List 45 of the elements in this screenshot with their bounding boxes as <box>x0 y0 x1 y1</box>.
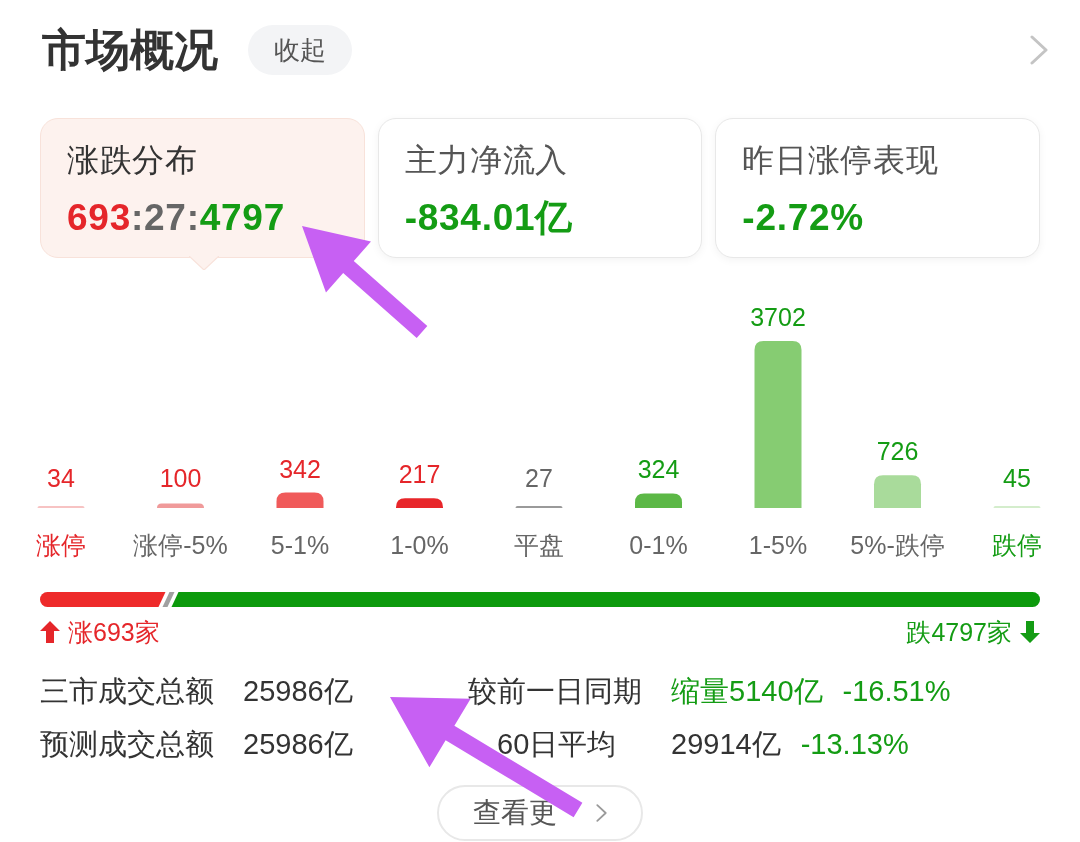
category-label: 5-1% <box>270 531 330 559</box>
category-label: 1-0% <box>390 531 449 559</box>
chevron-right-icon[interactable] <box>1030 35 1048 65</box>
rise-count: 涨693家 <box>68 619 160 645</box>
value-label: 324 <box>637 455 680 484</box>
card-pointer-icon <box>189 256 219 270</box>
metric-tab[interactable]: 主力净流入 -834.01亿 <box>377 118 703 258</box>
collapse-button[interactable]: 收起 <box>248 25 352 75</box>
value-label: 100 <box>159 464 202 492</box>
metric-tab[interactable]: 昨日涨停表现 -2.72% <box>715 118 1040 258</box>
category-label: 0-1% <box>629 531 688 559</box>
category-label: 平盘 <box>514 531 564 559</box>
value-label: 342 <box>279 454 321 483</box>
tab-value: -834.01亿 <box>404 197 575 239</box>
tab-value: 693:27:4797 <box>67 197 286 239</box>
category-label: 跌停 <box>992 531 1042 559</box>
stat-change: -13.13% <box>800 730 909 759</box>
value-label: 217 <box>398 460 441 489</box>
arrow-up-icon <box>40 621 60 643</box>
stat-value: 缩量5140亿 <box>671 677 823 706</box>
stat-change: -16.51% <box>842 677 951 706</box>
tab-value: -2.72% <box>742 197 865 239</box>
fall-count: 跌4797家 <box>906 619 1012 645</box>
value-label: 27 <box>525 464 553 492</box>
value-label: 726 <box>876 437 919 466</box>
stat-label: 预测成交总额 <box>40 730 214 759</box>
category-label: 涨停 <box>36 531 86 559</box>
tab-title: 涨跌分布 <box>67 141 199 180</box>
category-label: 5%-跌停 <box>850 531 945 559</box>
stat-value: 25986亿 <box>243 730 353 759</box>
tab-title: 主力净流入 <box>404 141 569 180</box>
stat-label: 较前一日同期 <box>468 677 642 706</box>
stat-label: 60日平均 <box>497 730 617 759</box>
tab-title: 昨日涨停表现 <box>742 141 940 180</box>
stat-value: 25986亿 <box>243 677 353 706</box>
stat-label: 三市成交总额 <box>40 677 214 706</box>
stat-value: 29914亿 <box>671 730 781 759</box>
chevron-right-icon[interactable] <box>596 804 607 822</box>
value-label: 45 <box>1003 464 1031 492</box>
category-label: 1-5% <box>748 531 808 559</box>
value-label: 3702 <box>750 303 806 331</box>
value-label: 34 <box>47 464 75 492</box>
arrow-down-icon <box>1020 621 1040 643</box>
section-title: 市场概况 <box>42 28 218 72</box>
category-label: 涨停-5% <box>133 531 228 559</box>
